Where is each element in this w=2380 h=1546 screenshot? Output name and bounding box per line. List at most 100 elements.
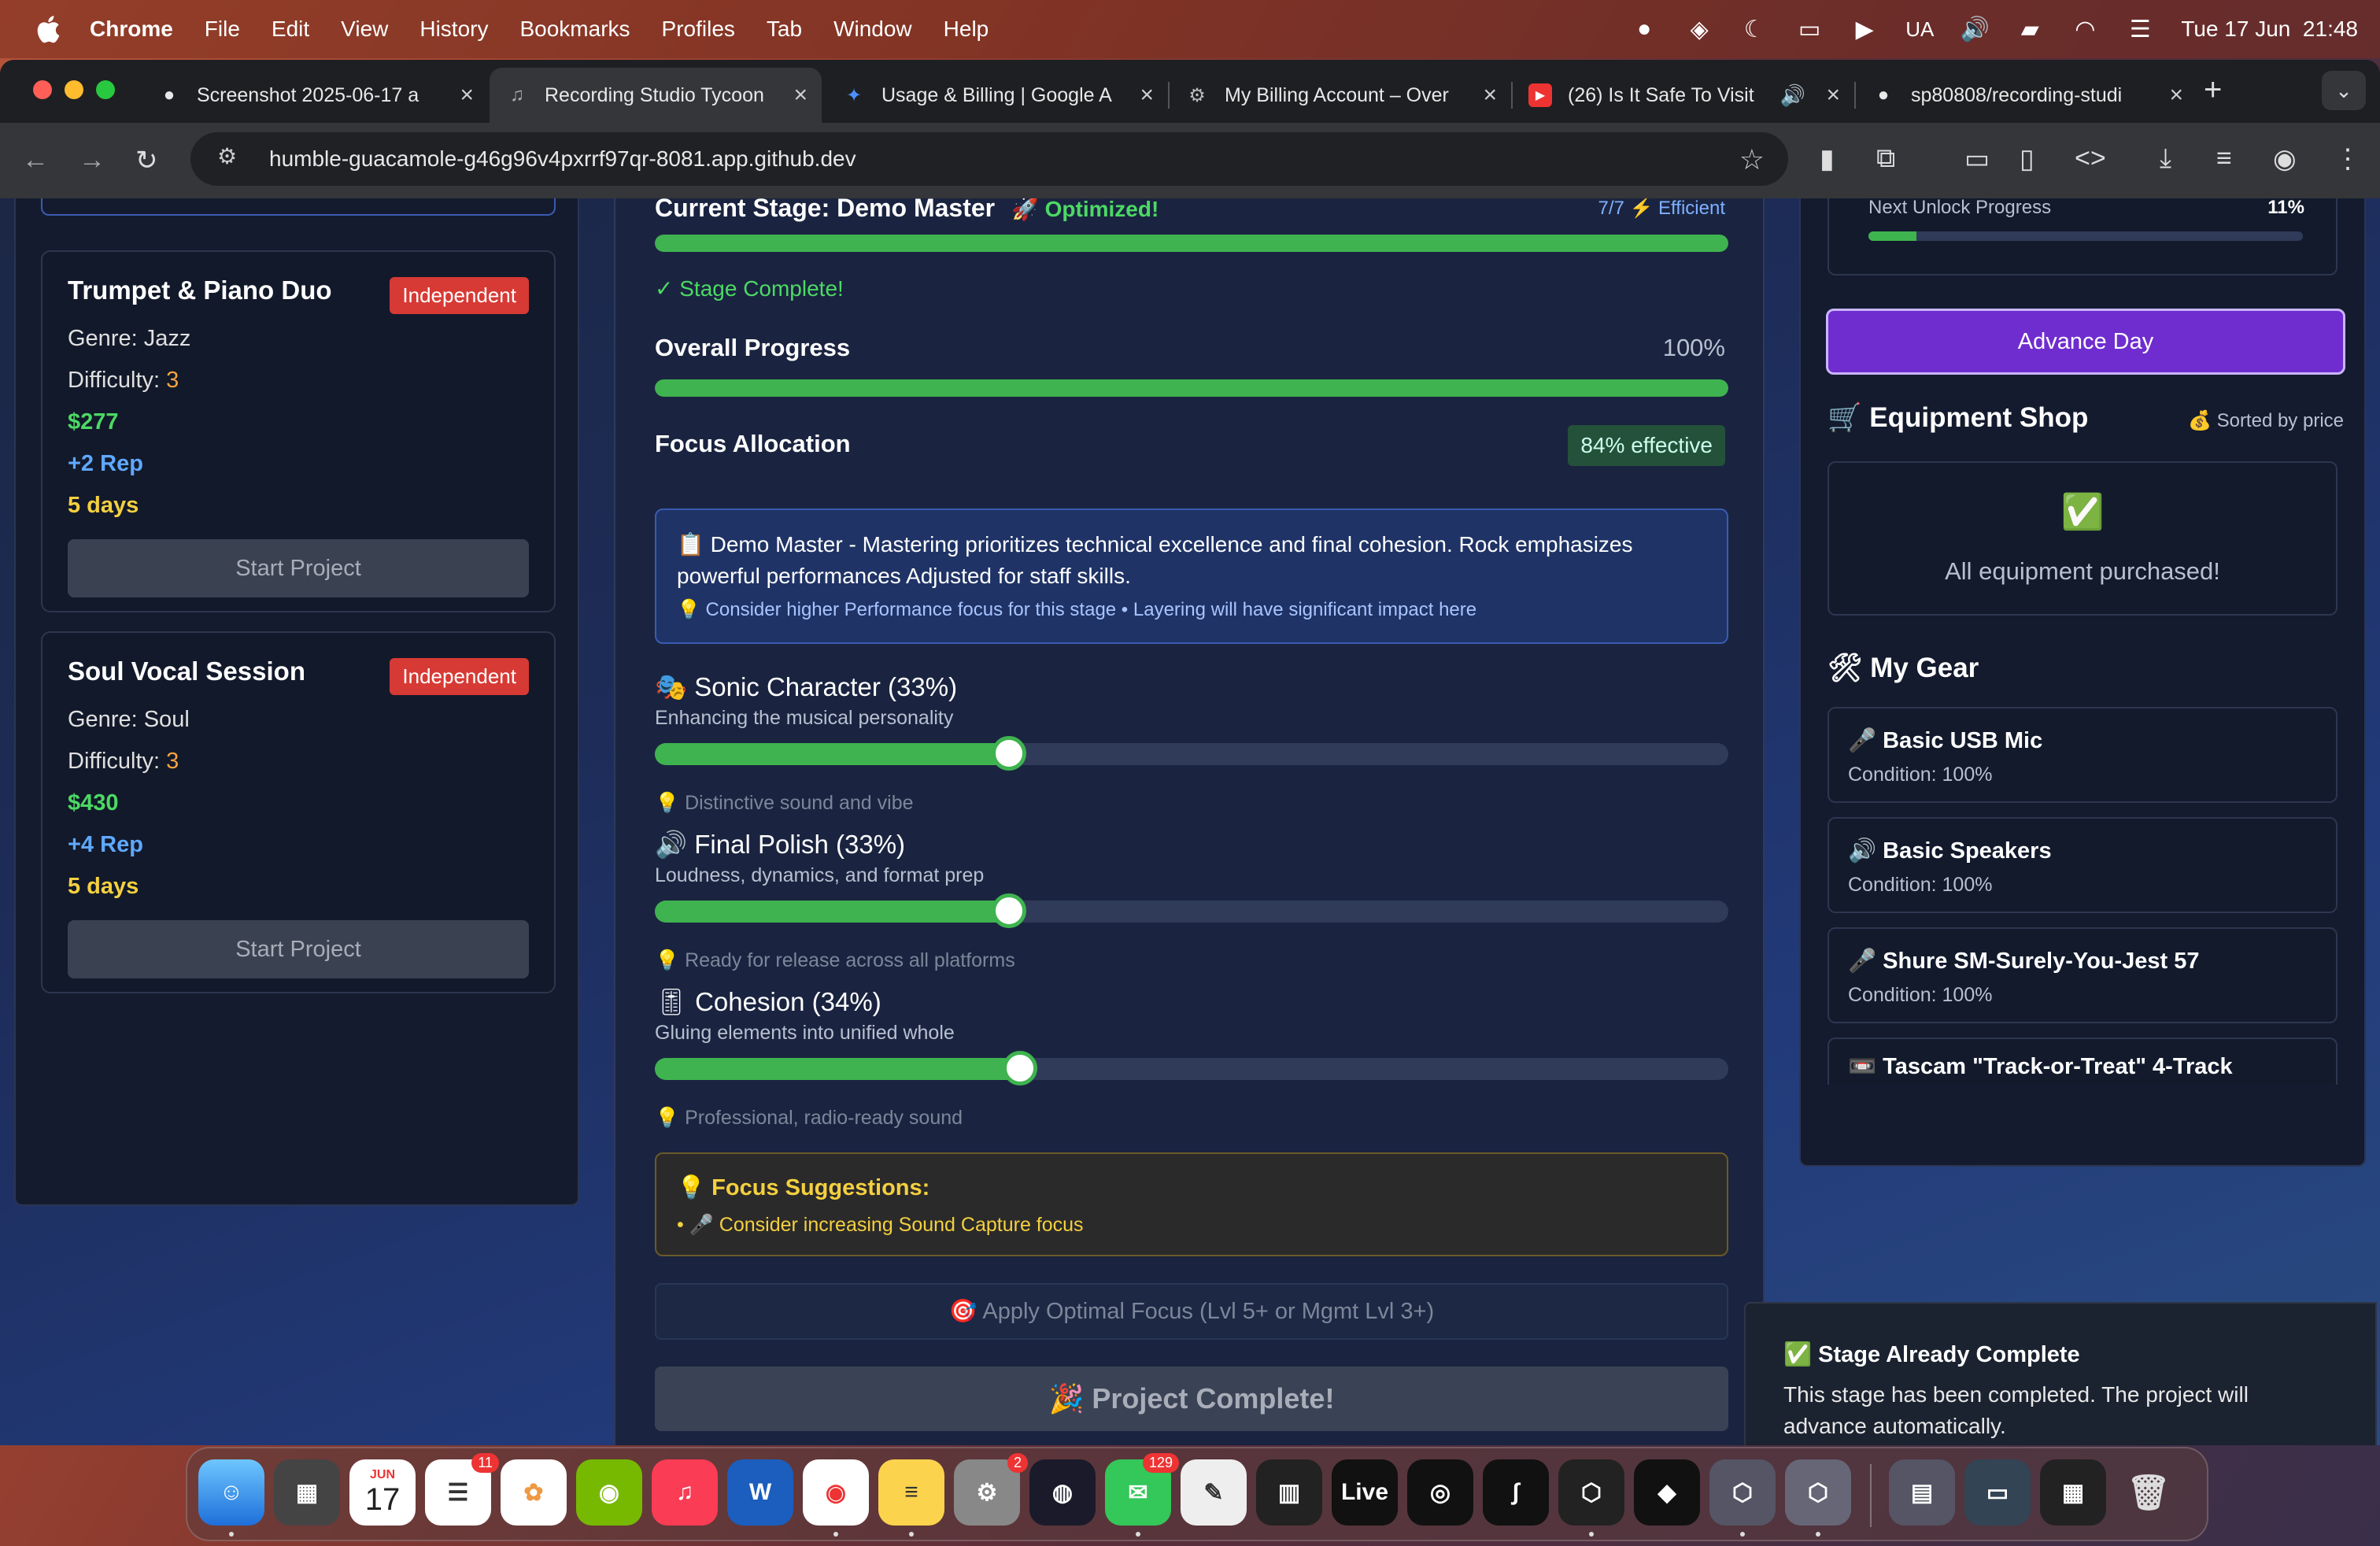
unity-editor-icon[interactable]: ⬡ bbox=[1709, 1459, 1776, 1537]
reload-icon[interactable]: ↻ bbox=[135, 145, 158, 176]
input-source-indicator[interactable]: UA bbox=[1905, 17, 1934, 42]
nvidia-icon[interactable]: ◉ bbox=[576, 1459, 642, 1526]
forward-icon[interactable]: → bbox=[79, 145, 105, 176]
word-icon[interactable]: W bbox=[727, 1459, 793, 1526]
slider-handle[interactable] bbox=[1002, 1051, 1037, 1086]
tab-search-icon[interactable]: ⌄ bbox=[2322, 71, 2366, 110]
site-info-icon[interactable]: ⚙ bbox=[217, 143, 249, 175]
tab-billing-account[interactable]: ⚙ My Billing Account – Over × bbox=[1170, 68, 1511, 123]
recent-window-icon[interactable]: ▭ bbox=[1964, 1459, 2031, 1526]
trash-icon[interactable]: 🗑 bbox=[2116, 1459, 2182, 1526]
reminders-icon[interactable]: ☰ 11 bbox=[425, 1453, 499, 1526]
chrome-menu-icon[interactable]: ⋮ bbox=[2334, 143, 2361, 175]
start-project-button[interactable]: Start Project bbox=[68, 920, 529, 978]
device-toolbar-icon[interactable]: ▯ bbox=[2020, 143, 2034, 175]
cast-icon[interactable]: ▭ bbox=[1964, 143, 1990, 175]
unlock-progress-box: Next Unlock Progress 11% bbox=[1828, 198, 2338, 276]
menu-app-name[interactable]: Chrome bbox=[90, 17, 173, 42]
cube-app-icon[interactable]: ◆ bbox=[1634, 1459, 1700, 1526]
browser-toolbar: ← → ↻ ⚙ humble-guacamole-g46g96v4pxrrf97… bbox=[0, 123, 2380, 198]
gear-name: 🎤 Basic USB Mic bbox=[1848, 728, 2043, 753]
slider-handle[interactable] bbox=[992, 736, 1027, 771]
play-circle-icon[interactable]: ▶ bbox=[1850, 15, 1879, 43]
menu-window[interactable]: Window bbox=[833, 17, 912, 42]
grammarly-icon[interactable]: ● bbox=[1630, 15, 1658, 43]
close-tab-icon[interactable]: × bbox=[2169, 82, 2183, 109]
cohesion-slider[interactable] bbox=[655, 1051, 1728, 1086]
moon-icon[interactable]: ☾ bbox=[1740, 15, 1768, 43]
audio-playing-icon[interactable]: 🔊 bbox=[1780, 83, 1805, 108]
menu-history[interactable]: History bbox=[419, 17, 488, 42]
stage-complete-toast[interactable]: ✅ Stage Already Complete This stage has … bbox=[1744, 1302, 2377, 1445]
chrome-icon[interactable]: ◉ bbox=[803, 1459, 869, 1537]
apply-optimal-focus-button[interactable]: 🎯 Apply Optimal Focus (Lvl 5+ or Mgmt Lv… bbox=[655, 1283, 1728, 1340]
address-bar[interactable]: ⚙ humble-guacamole-g46g96v4pxrrf97qr-808… bbox=[190, 132, 1788, 186]
calendar-icon[interactable]: JUN 17 bbox=[349, 1459, 416, 1526]
finder-icon[interactable]: ☺ bbox=[198, 1459, 264, 1537]
menu-file[interactable]: File bbox=[205, 17, 240, 42]
projects-panel: Trumpet & Piano Duo Independent Genre: J… bbox=[14, 198, 579, 1206]
project-complete-button[interactable]: 🎉 Project Complete! bbox=[655, 1367, 1728, 1431]
media-control-icon[interactable]: ≡ bbox=[2216, 143, 2232, 174]
profile-icon[interactable]: ◉ bbox=[2273, 143, 2297, 175]
new-tab-button[interactable]: + bbox=[2204, 72, 2222, 108]
extension-icon[interactable]: ▮ bbox=[1820, 143, 1835, 175]
bookmark-star-icon[interactable]: ☆ bbox=[1739, 143, 1765, 176]
volume-icon[interactable]: 🔊 bbox=[1961, 15, 1990, 43]
photos-icon[interactable]: ✿ bbox=[501, 1459, 567, 1526]
pen-app-icon[interactable]: ✎ bbox=[1181, 1459, 1247, 1526]
close-tab-icon[interactable]: × bbox=[1483, 82, 1497, 109]
unity-hub-icon[interactable]: ⬡ bbox=[1558, 1459, 1624, 1537]
minimize-window-button[interactable] bbox=[65, 80, 83, 99]
close-tab-icon[interactable]: × bbox=[1140, 82, 1154, 109]
extensions-puzzle-icon[interactable]: ⧉ bbox=[1876, 143, 1895, 174]
tab-screenshot[interactable]: ● Screenshot 2025-06-17 a × bbox=[142, 68, 488, 123]
zoom-window-button[interactable] bbox=[96, 80, 115, 99]
battery-icon[interactable]: ▰ bbox=[2016, 15, 2044, 43]
back-icon[interactable]: ← bbox=[22, 145, 49, 176]
page-content: Trumpet & Piano Duo Independent Genre: J… bbox=[0, 198, 2380, 1445]
control-center-icon[interactable]: ☰ bbox=[2126, 15, 2154, 43]
notes-icon[interactable]: ≡ bbox=[878, 1459, 944, 1537]
wifi-icon[interactable]: ◠ bbox=[2071, 15, 2099, 43]
ableton-live-icon[interactable]: Live bbox=[1332, 1459, 1398, 1526]
spiral-app-icon[interactable]: ◎ bbox=[1407, 1459, 1473, 1526]
menu-tab[interactable]: Tab bbox=[767, 17, 802, 42]
launchpad-icon[interactable]: ▦ bbox=[274, 1459, 340, 1526]
devtools-icon[interactable]: <> bbox=[2075, 143, 2106, 174]
close-tab-icon[interactable]: × bbox=[793, 82, 808, 109]
tab-recording-studio[interactable]: ♫ Recording Studio Tycoon × bbox=[490, 68, 822, 123]
tab-github-repo[interactable]: ● sp80808/recording-studi × bbox=[1856, 68, 2197, 123]
menu-view[interactable]: View bbox=[341, 17, 388, 42]
menu-edit[interactable]: Edit bbox=[272, 17, 309, 42]
sonic-character-slider[interactable] bbox=[655, 736, 1728, 771]
shop-sort-label[interactable]: 💰 Sorted by price bbox=[2188, 409, 2344, 432]
display-icon[interactable]: ▭ bbox=[1795, 15, 1824, 43]
tab-youtube[interactable]: ▶ (26) Is It Safe To Visit 🔊 × bbox=[1513, 68, 1854, 123]
menu-profiles[interactable]: Profiles bbox=[662, 17, 735, 42]
apple-icon[interactable] bbox=[33, 13, 61, 45]
close-tab-icon[interactable]: × bbox=[460, 82, 474, 109]
youtube-icon: ▶ bbox=[1528, 83, 1552, 107]
music-icon[interactable]: ♫ bbox=[652, 1459, 718, 1526]
close-tab-icon[interactable]: × bbox=[1826, 82, 1840, 109]
advance-day-button[interactable]: Advance Day bbox=[1826, 309, 2345, 375]
obs-icon[interactable]: ◍ bbox=[1029, 1459, 1096, 1526]
messages-icon[interactable]: ✉ 129 bbox=[1105, 1453, 1179, 1537]
download-icon[interactable]: ⤓ bbox=[2160, 143, 2171, 174]
tab-google-ai-billing[interactable]: ✦ Usage & Billing | Google A × bbox=[826, 68, 1168, 123]
downloads-stack-icon[interactable]: ▦ bbox=[2040, 1459, 2106, 1526]
slider-handle[interactable] bbox=[992, 893, 1027, 928]
system-settings-icon[interactable]: ⚙ 2 bbox=[954, 1453, 1028, 1526]
start-project-button[interactable]: Start Project bbox=[68, 539, 529, 597]
menu-help[interactable]: Help bbox=[944, 17, 989, 42]
menu-bookmarks[interactable]: Bookmarks bbox=[519, 17, 630, 42]
piano-app-icon[interactable]: ▥ bbox=[1256, 1459, 1322, 1526]
final-polish-slider[interactable] bbox=[655, 893, 1728, 928]
unity-6-icon[interactable]: ⬡ bbox=[1785, 1459, 1851, 1537]
link-app-icon[interactable]: ∫ bbox=[1483, 1459, 1549, 1526]
menu-clock[interactable]: Tue 17 Jun 21:48 bbox=[2181, 17, 2358, 42]
unity-icon[interactable]: ◈ bbox=[1685, 15, 1713, 43]
close-window-button[interactable] bbox=[33, 80, 52, 99]
screenshots-folder-icon[interactable]: ▤ bbox=[1889, 1459, 1955, 1526]
